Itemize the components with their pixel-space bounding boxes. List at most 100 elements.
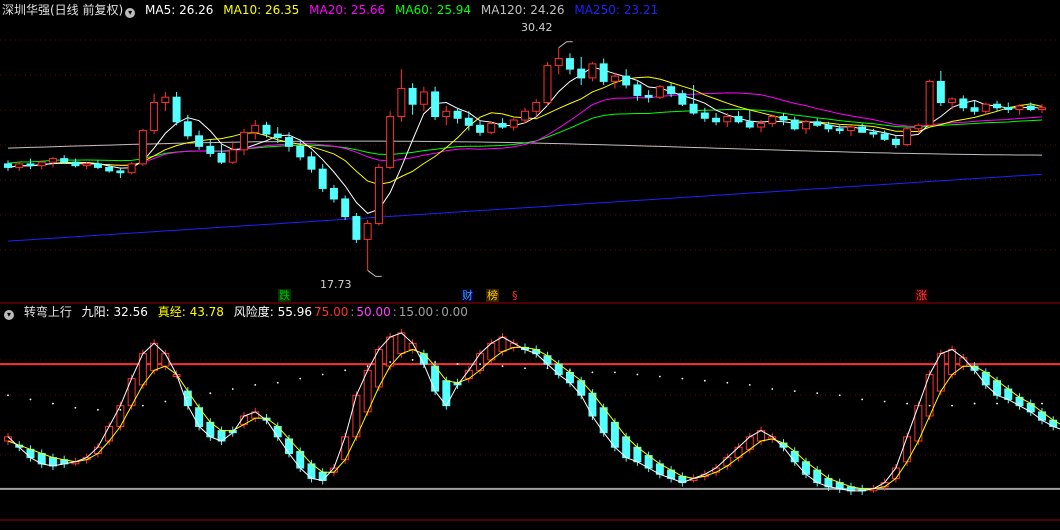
fengxiandu-dot <box>569 369 571 372</box>
price-candle-up <box>925 80 934 126</box>
price-candle-down <box>183 121 192 137</box>
fengxiandu-dot <box>7 394 9 397</box>
price-candle-down <box>858 126 867 133</box>
fengxiandu-dot <box>546 367 549 370</box>
price-candle-down <box>869 131 878 135</box>
price-candle-down <box>284 137 293 147</box>
fengxiandu-dot <box>231 388 234 390</box>
price-candle-down <box>217 152 226 163</box>
fengxiandu-dot <box>973 402 976 405</box>
fengxiandu-dot <box>591 371 594 374</box>
ma20-label: MA20: 25.66 <box>309 3 386 17</box>
price-candle-up <box>386 116 395 168</box>
fengxiandu-dot <box>321 373 324 376</box>
fengxiandu-dot <box>74 406 77 409</box>
fengxiandu-dot <box>524 367 526 370</box>
ma20-line <box>7 92 1043 168</box>
price-candle-down <box>71 161 80 167</box>
fengxiandu-dot <box>838 394 841 397</box>
indicator-bar-down <box>622 436 631 459</box>
price-candle-down <box>352 216 361 240</box>
price-candle-up <box>487 123 496 133</box>
price-candle-up <box>554 58 563 67</box>
fengxiandu-dot <box>52 402 54 405</box>
fengxiandu-dot <box>276 381 279 384</box>
badge-ranking[interactable]: 榜 <box>486 289 499 302</box>
price-candle-down <box>105 166 114 172</box>
price-candle-up <box>655 86 664 98</box>
ma250-line <box>7 173 1043 242</box>
fengxiandu-dot <box>1018 402 1021 405</box>
price-candle-up <box>521 110 529 121</box>
fengxiandu-dot <box>726 381 729 384</box>
fengxiandu-dot <box>681 377 684 380</box>
price-candle-up <box>543 65 552 103</box>
price-candle-down <box>644 94 653 98</box>
price-candle-up <box>228 149 237 163</box>
badge-finance[interactable]: 财 <box>461 289 474 302</box>
ma5-label: MA5: 26.26 <box>145 3 214 17</box>
price-candle-down <box>1026 105 1035 110</box>
price-candle-down <box>341 198 350 218</box>
indicator-settings-icon[interactable]: ▾ <box>4 310 14 320</box>
badge-fall[interactable]: 跌 <box>278 289 291 302</box>
price-candle-down <box>633 84 642 96</box>
price-candle-up <box>15 163 24 168</box>
fengxiandu-dot <box>1041 402 1043 405</box>
fengxiandu-dot <box>366 365 369 368</box>
ma60-label: MA60: 25.94 <box>395 3 472 17</box>
badge-rise[interactable]: 涨 <box>915 289 928 302</box>
price-candle-up <box>127 163 136 174</box>
fengxiandu-dot <box>141 404 144 407</box>
price-candle-up <box>374 166 383 225</box>
price-candle-up <box>1038 107 1046 110</box>
price-candle-down <box>813 121 822 126</box>
price-candle-up <box>768 116 777 125</box>
fengxiandu-dot <box>434 361 436 363</box>
level-15-label: 15.00 <box>398 305 434 319</box>
indicator-bar-up <box>397 332 406 355</box>
price-candle-up <box>82 163 91 167</box>
indicator-bar-up <box>150 342 159 371</box>
price-candle-up <box>981 103 990 112</box>
badge-section[interactable]: § <box>511 289 519 302</box>
indicator-bar-down <box>318 471 327 481</box>
price-candle-down <box>824 124 833 130</box>
price-candle-down <box>4 163 12 168</box>
ma5-line <box>7 66 1043 214</box>
fengxiandu-dot <box>928 404 931 407</box>
indicator-bar-up <box>959 357 968 367</box>
price-candle-down <box>262 124 271 135</box>
stock-title[interactable]: 深圳华强(日线 前复权) <box>2 3 123 17</box>
price-candle-down <box>712 117 721 123</box>
fengxiandu-dot <box>456 363 459 365</box>
price-candle-up <box>251 124 260 133</box>
price-candle-down <box>172 96 181 123</box>
price-candle-up <box>757 123 766 128</box>
low-price-label: 17.73 <box>320 278 352 291</box>
level-0-label: 0.00 <box>441 305 468 319</box>
settings-icon[interactable]: ▾ <box>125 8 136 18</box>
ma250-label: MA250: 23.21 <box>574 3 659 17</box>
indicator-bar-up <box>116 405 125 427</box>
price-candle-up <box>363 223 372 240</box>
fengxiandu-dot <box>97 408 99 411</box>
fengxiandu-dot <box>883 400 886 403</box>
ma10-line <box>7 76 1043 185</box>
price-candle-down <box>577 68 586 79</box>
price-candle-down <box>116 170 125 174</box>
level-75-label: 75.00 <box>313 305 349 319</box>
kline-chart[interactable] <box>0 0 1060 530</box>
price-candle-up <box>903 128 912 146</box>
jiuyang-label: 九阳: 32.56 <box>81 305 148 319</box>
indicator-name[interactable]: 转弯上行 <box>24 305 72 319</box>
price-candle-up <box>442 110 451 118</box>
level-50-label: 50.00 <box>356 305 391 319</box>
price-candle-down <box>678 93 687 105</box>
price-candle-down <box>26 163 35 167</box>
price-candle-up <box>138 130 147 165</box>
price-candle-down <box>891 138 900 146</box>
zhenjing-label: 真经: 43.78 <box>157 305 224 319</box>
indicator-bar-up <box>712 467 721 473</box>
indicator-bar-down <box>48 457 57 467</box>
